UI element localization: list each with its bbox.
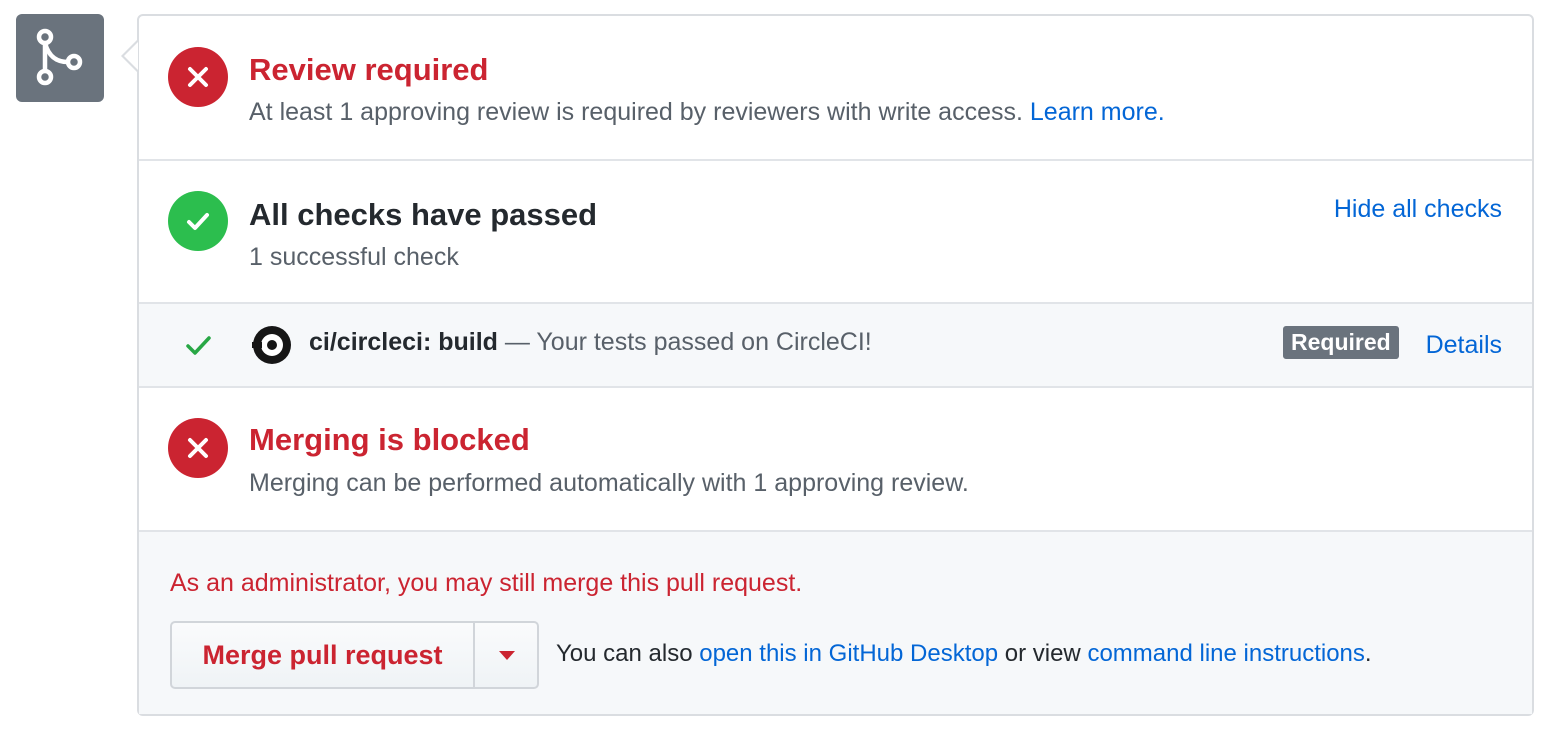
alt-prefix: You can also bbox=[556, 640, 693, 667]
merge-options-dropdown-button[interactable] bbox=[473, 623, 537, 687]
merging-blocked-title: Merging is blocked bbox=[249, 422, 530, 457]
review-required-section: Review required At least 1 approving rev… bbox=[139, 16, 1532, 159]
checks-section: All checks have passed 1 successful chec… bbox=[139, 159, 1532, 302]
command-line-instructions-link[interactable]: command line instructions bbox=[1087, 640, 1364, 667]
caret-down-icon bbox=[499, 651, 515, 660]
alt-suffix: . bbox=[1364, 640, 1372, 667]
check-description: Your tests passed on CircleCI! bbox=[536, 328, 872, 356]
github-desktop-link[interactable]: open this in GitHub Desktop bbox=[699, 640, 998, 667]
checks-title: All checks have passed bbox=[249, 197, 598, 232]
details-link[interactable]: Details bbox=[1426, 331, 1502, 360]
check-row: ci/circleci: build — Your tests passed o… bbox=[139, 302, 1532, 386]
git-merge-icon bbox=[16, 14, 104, 102]
admin-message: As an administrator, you may still merge… bbox=[170, 569, 803, 597]
x-icon bbox=[168, 418, 228, 478]
alt-middle: or view bbox=[1004, 640, 1081, 667]
check-icon bbox=[168, 191, 228, 251]
check-name: ci/circleci: build bbox=[309, 328, 498, 356]
merge-pull-request-button[interactable]: Merge pull request bbox=[172, 623, 473, 687]
timeline-pointer-fill bbox=[124, 42, 138, 70]
review-required-description: At least 1 approving review is required … bbox=[249, 98, 1165, 127]
merging-blocked-description: Merging can be performed automatically w… bbox=[249, 469, 969, 497]
merge-status-box: Review required At least 1 approving rev… bbox=[137, 14, 1534, 716]
merge-button-group: Merge pull request bbox=[170, 621, 539, 689]
x-icon bbox=[168, 47, 228, 107]
check-item-text: ci/circleci: build — Your tests passed o… bbox=[309, 328, 872, 357]
review-description-text: At least 1 approving review is required … bbox=[249, 98, 1023, 126]
circleci-logo-icon bbox=[252, 326, 291, 364]
merging-blocked-section: Merging is blocked Merging can be perfor… bbox=[139, 386, 1532, 530]
learn-more-link[interactable]: Learn more. bbox=[1030, 98, 1165, 126]
check-separator: — bbox=[504, 328, 530, 356]
required-badge: Required bbox=[1283, 326, 1399, 359]
checks-summary: 1 successful check bbox=[249, 243, 459, 271]
check-icon bbox=[186, 336, 211, 355]
alternative-merge-text: You can also open this in GitHub Desktop… bbox=[556, 640, 1372, 668]
hide-all-checks-link[interactable]: Hide all checks bbox=[1334, 195, 1502, 224]
admin-merge-section: As an administrator, you may still merge… bbox=[139, 530, 1532, 714]
review-required-title: Review required bbox=[249, 52, 489, 87]
